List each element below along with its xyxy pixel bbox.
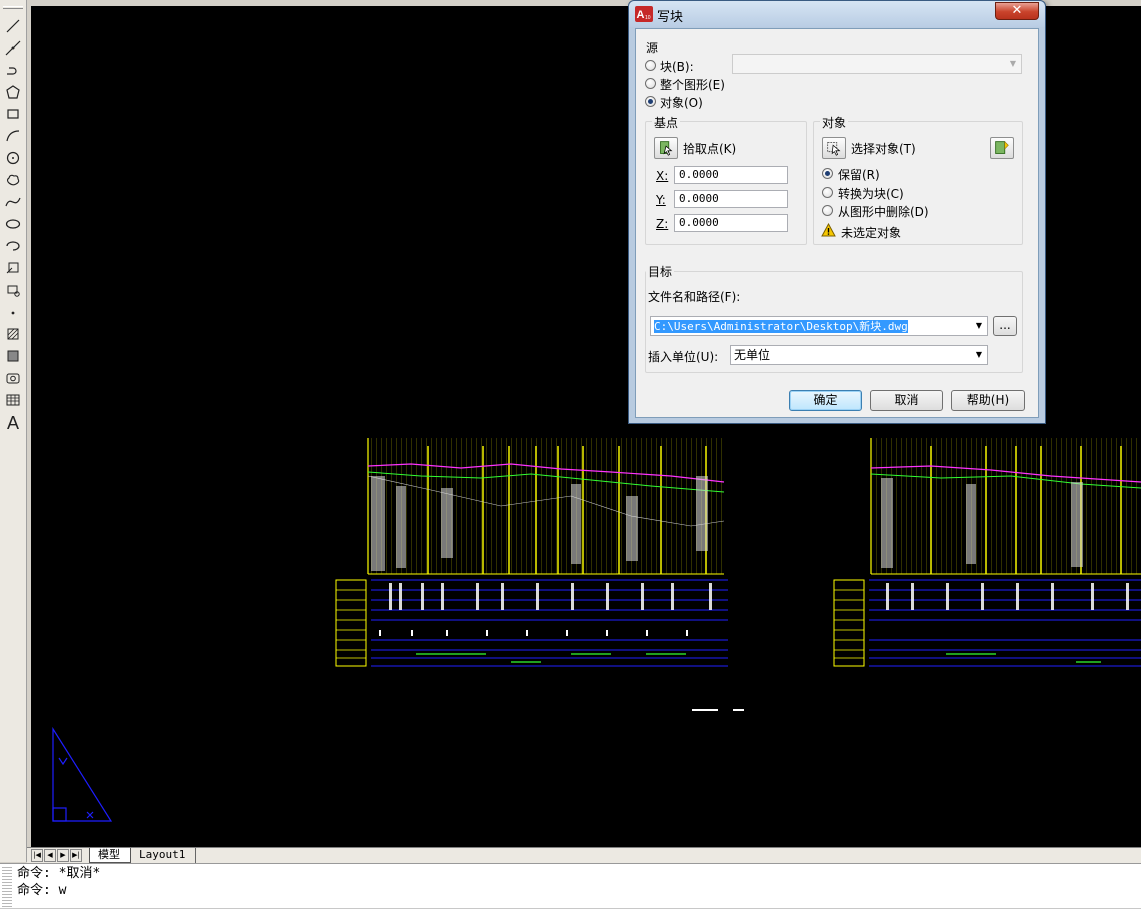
first-tab-icon[interactable]: |◀ (31, 849, 43, 862)
last-tab-icon[interactable]: ▶| (70, 849, 82, 862)
pick-point-label[interactable]: 拾取点(K) (683, 140, 736, 157)
source-entire-drawing-radio[interactable] (645, 78, 656, 89)
ucs-icon (52, 726, 113, 822)
layout-tab-strip: |◀ ◀ ▶ ▶| 模型 Layout1 (27, 847, 1141, 863)
help-button[interactable]: 帮助(H) (951, 390, 1025, 411)
dialog-title: 写块 (657, 10, 684, 25)
ellipse-arc-tool-icon[interactable] (3, 236, 23, 256)
chevron-down-icon[interactable]: ▼ (971, 346, 987, 364)
spline-tool-icon[interactable] (3, 192, 23, 212)
source-objects-label[interactable]: 对象(O) (660, 94, 703, 111)
drawing-dash (733, 709, 744, 711)
rectangle-tool-icon[interactable] (3, 104, 23, 124)
polygon-tool-icon[interactable] (3, 82, 23, 102)
draw-toolbar: A (0, 0, 27, 862)
insert-units-combo[interactable]: 无单位 ▼ (730, 345, 988, 365)
pick-point-icon[interactable] (654, 137, 678, 159)
file-path-value[interactable]: C:\Users\Administrator\Desktop\新块.dwg (654, 320, 908, 333)
dialog-titlebar[interactable]: A 10 写块 ✕ (629, 1, 1045, 27)
delete-from-drawing-label[interactable]: 从图形中删除(D) (838, 203, 929, 220)
ellipse-tool-icon[interactable] (3, 214, 23, 234)
profile-drawing-1 (335, 438, 728, 667)
dialog-body: 源 块(B): ▼ 整个图形(E) 对象(O) 基点 拾取点(K) X: 0.0… (635, 28, 1039, 418)
source-entire-drawing-label[interactable]: 整个图形(E) (660, 76, 725, 93)
base-z-field[interactable]: 0.0000 (674, 214, 788, 232)
x-label: X: (656, 169, 669, 183)
retain-radio[interactable] (822, 168, 833, 179)
drawing-dash (692, 709, 718, 711)
base-y-field[interactable]: 0.0000 (674, 190, 788, 208)
file-path-combo[interactable]: C:\Users\Administrator\Desktop\新块.dwg ▼ (650, 316, 988, 336)
convert-to-block-label[interactable]: 转换为块(C) (838, 185, 904, 202)
retain-label[interactable]: 保留(R) (838, 166, 880, 183)
base-point-group-label: 基点 (652, 114, 681, 131)
no-objects-selected-text: 未选定对象 (841, 226, 902, 240)
insert-units-value: 无单位 (734, 348, 771, 362)
tab-model[interactable]: 模型 (89, 848, 131, 863)
browse-button[interactable]: ... (993, 316, 1017, 336)
construction-line-tool-icon[interactable] (3, 38, 23, 58)
command-window-grip[interactable] (2, 867, 12, 907)
autocad-app-icon: A 10 (635, 6, 653, 22)
gradient-tool-icon[interactable] (3, 346, 23, 366)
destination-group-label: 目标 (646, 263, 675, 280)
command-window[interactable]: 命令: *取消* 命令: w (0, 863, 1141, 912)
cancel-button[interactable]: 取消 (870, 390, 943, 411)
circle-tool-icon[interactable] (3, 148, 23, 168)
command-history-line: 命令: *取消* (17, 866, 101, 881)
quick-select-icon[interactable] (990, 137, 1014, 159)
insert-block-tool-icon[interactable] (3, 258, 23, 278)
delete-from-drawing-radio[interactable] (822, 205, 833, 216)
write-block-dialog: A 10 写块 ✕ 源 块(B): ▼ 整个图形(E) 对象(O) 基点 拾取点… (628, 0, 1046, 424)
convert-to-block-radio[interactable] (822, 187, 833, 198)
select-objects-label[interactable]: 选择对象(T) (851, 140, 916, 157)
command-prompt-line[interactable]: 命令: w (17, 883, 66, 899)
warning-icon (821, 223, 836, 237)
command-divider (0, 908, 1141, 909)
insert-units-label: 插入单位(U): (648, 350, 719, 364)
multiline-text-tool-icon[interactable]: A (3, 413, 23, 433)
source-objects-radio[interactable] (645, 96, 656, 107)
polyline-tool-icon[interactable] (3, 60, 23, 80)
prev-tab-icon[interactable]: ◀ (44, 849, 56, 862)
base-x-field[interactable]: 0.0000 (674, 166, 788, 184)
arc-tool-icon[interactable] (3, 126, 23, 146)
table-tool-icon[interactable] (3, 390, 23, 410)
make-block-tool-icon[interactable] (3, 280, 23, 300)
ok-button[interactable]: 确定 (789, 390, 862, 411)
svg-text:A: A (637, 9, 645, 21)
region-tool-icon[interactable] (3, 368, 23, 388)
y-label: Y: (656, 193, 666, 207)
close-icon[interactable]: ✕ (995, 2, 1039, 20)
source-block-label[interactable]: 块(B): (660, 58, 694, 75)
objects-group-label: 对象 (820, 114, 849, 131)
next-tab-icon[interactable]: ▶ (57, 849, 69, 862)
hatch-tool-icon[interactable] (3, 324, 23, 344)
chevron-down-icon[interactable]: ▼ (971, 317, 987, 335)
source-group-label: 源 (646, 41, 659, 55)
chevron-down-icon: ▼ (1009, 59, 1017, 68)
tab-layout1[interactable]: Layout1 (131, 848, 197, 863)
source-block-radio[interactable] (645, 60, 656, 71)
file-path-label: 文件名和路径(F): (648, 290, 741, 304)
profile-drawing-2 (833, 438, 1141, 667)
select-objects-icon[interactable] (822, 137, 846, 159)
z-label: Z: (656, 217, 669, 231)
svg-text:10: 10 (645, 15, 651, 21)
line-tool-icon[interactable] (3, 16, 23, 36)
toolbar-grip[interactable] (3, 6, 23, 9)
block-name-combo: ▼ (732, 54, 1022, 74)
point-tool-icon[interactable] (3, 302, 23, 322)
revision-cloud-tool-icon[interactable] (3, 170, 23, 190)
